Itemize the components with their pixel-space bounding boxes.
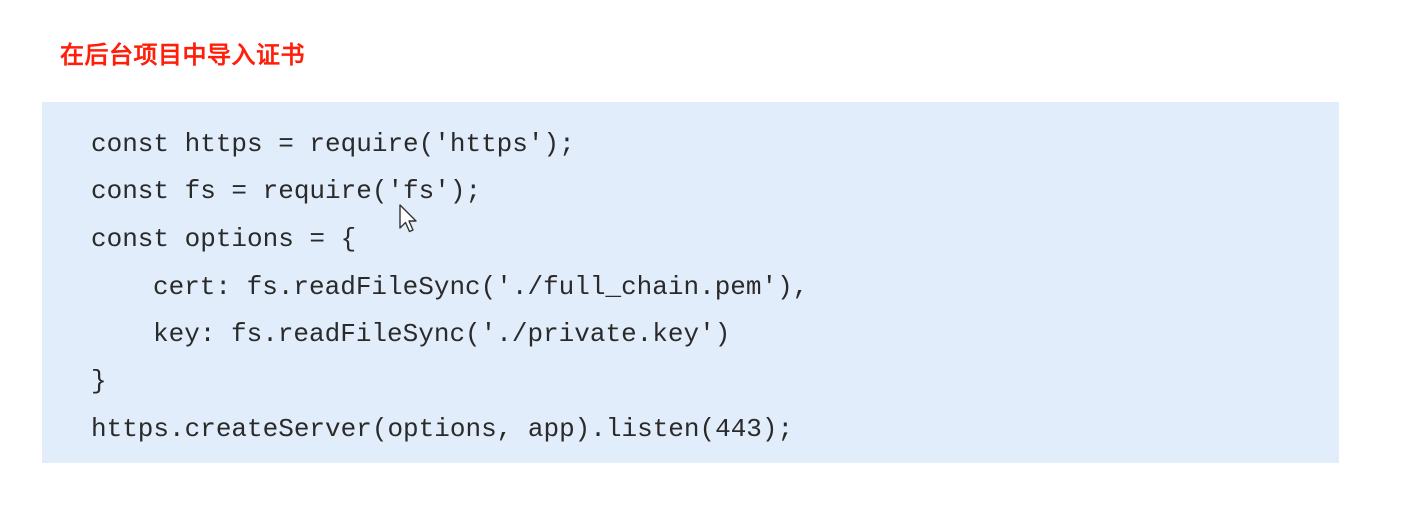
mouse-pointer-icon <box>399 204 417 233</box>
code-line: const fs = require('fs'); <box>91 176 482 206</box>
code-line: } <box>91 366 107 396</box>
code-line: key: fs.readFileSync('./private.key') <box>153 319 731 349</box>
code-block: const https = require('https'); const fs… <box>42 102 1339 463</box>
code-line: https.createServer(options, app).listen(… <box>91 414 794 444</box>
code-line: const https = require('https'); <box>91 129 575 159</box>
code-line: const options = { <box>91 224 357 254</box>
slide-heading: 在后台项目中导入证书 <box>60 41 305 69</box>
code-line: cert: fs.readFileSync('./full_chain.pem'… <box>153 272 809 302</box>
